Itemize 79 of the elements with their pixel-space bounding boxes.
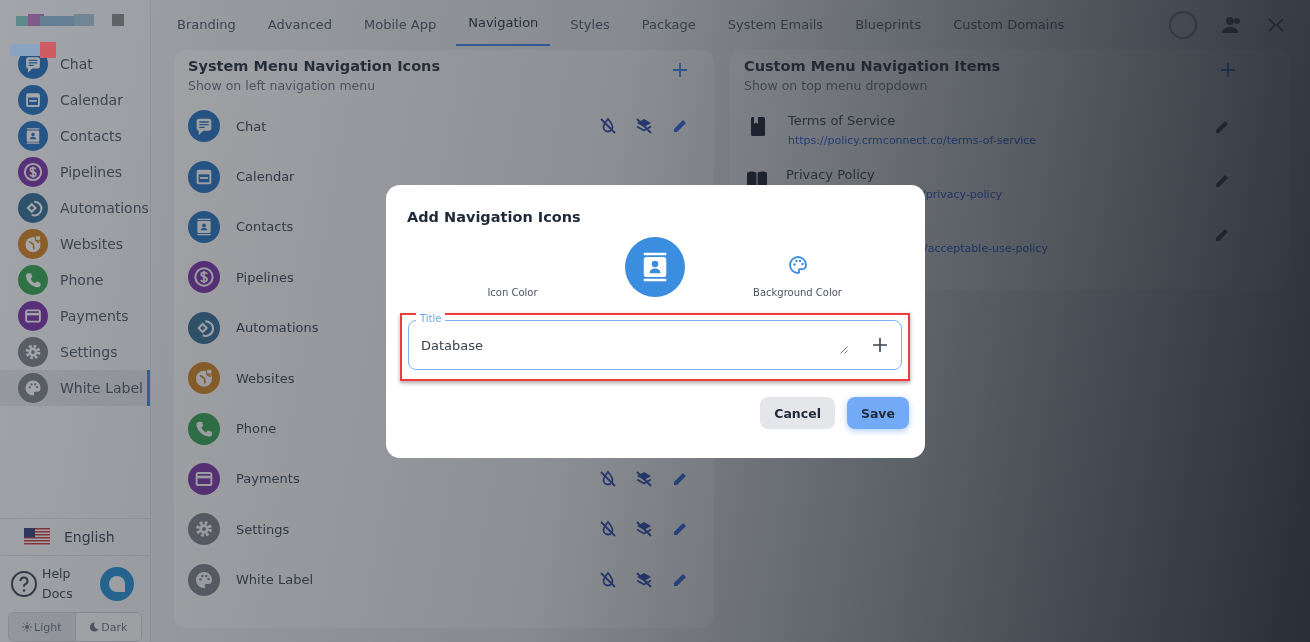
theme-toggle[interactable]: Dark bbox=[74, 613, 141, 641]
background-color-picker[interactable]: Background Color bbox=[753, 287, 842, 301]
contact-card-icon[interactable] bbox=[625, 237, 685, 297]
help-icon[interactable] bbox=[10, 570, 38, 598]
sidebar-item[interactable]: Contacts bbox=[0, 118, 150, 154]
tab[interactable]: Advanced bbox=[255, 0, 345, 50]
dollar-icon bbox=[18, 157, 48, 187]
tab[interactable]: Branding bbox=[165, 0, 248, 50]
blurred-badge bbox=[8, 42, 58, 60]
calendar-icon bbox=[188, 160, 220, 193]
menu-item-label: Calendar bbox=[236, 169, 295, 185]
phone-icon bbox=[188, 412, 220, 445]
field-label: Title bbox=[416, 313, 446, 325]
item-link[interactable]: /privacy-policy bbox=[922, 188, 1003, 201]
sun-icon bbox=[22, 622, 32, 632]
layers-off-icon[interactable] bbox=[634, 569, 654, 590]
moon-icon bbox=[89, 622, 100, 632]
palette-icon bbox=[18, 373, 48, 403]
menu-item-label: Automations bbox=[236, 320, 319, 336]
item-title: Privacy Policy bbox=[786, 167, 876, 182]
tab[interactable]: Package bbox=[629, 0, 708, 50]
rotate-arrows-icon bbox=[18, 193, 48, 223]
tab[interactable]: Styles bbox=[558, 0, 622, 50]
item-title: Terms of Service bbox=[788, 113, 897, 128]
hidden-icon[interactable] bbox=[598, 468, 618, 489]
dialog-title: Add Navigation Icons bbox=[407, 209, 582, 225]
menu-item-label: Settings bbox=[236, 521, 290, 537]
palette-icon bbox=[188, 563, 220, 596]
tab[interactable]: Blueprints bbox=[843, 0, 934, 50]
sidebar-item[interactable]: Pipelines bbox=[0, 154, 150, 190]
contact-card-icon bbox=[18, 121, 48, 151]
language-selector[interactable]: English bbox=[0, 518, 150, 556]
chat-icon bbox=[188, 110, 220, 143]
dialog-button[interactable]: Save bbox=[846, 397, 909, 429]
phone-icon bbox=[18, 265, 48, 295]
globe-icon bbox=[188, 362, 220, 395]
menu-item-label: Phone bbox=[236, 421, 277, 437]
layers-off-icon[interactable] bbox=[634, 468, 654, 489]
sidebar-item[interactable]: Websites bbox=[0, 226, 150, 262]
card-subtitle: Show on left navigation menu bbox=[188, 78, 377, 93]
globe-icon bbox=[18, 229, 48, 259]
menu-item-label: White Label bbox=[236, 572, 313, 588]
hidden-icon[interactable] bbox=[598, 569, 618, 590]
menu-item-label: Pipelines bbox=[236, 269, 294, 285]
menu-item-label: Payments bbox=[236, 471, 300, 487]
tab[interactable]: System Emails bbox=[715, 0, 836, 50]
flag-icon bbox=[24, 528, 50, 546]
sidebar-item[interactable]: Settings bbox=[0, 334, 150, 370]
calendar-icon bbox=[18, 85, 48, 115]
icon-color-picker[interactable]: Icon Color bbox=[400, 287, 625, 301]
item-link[interactable]: /acceptable-use-policy bbox=[924, 242, 1048, 255]
sidebar-item[interactable]: Chat bbox=[0, 46, 150, 82]
credit-card-icon bbox=[18, 301, 48, 331]
card-title: Custom Menu Navigation Items bbox=[744, 58, 1001, 74]
sidebar-item[interactable]: Calendar bbox=[0, 82, 150, 118]
dialog-button[interactable]: Cancel bbox=[760, 397, 835, 429]
sidebar-item[interactable]: Payments bbox=[0, 298, 150, 334]
tab[interactable]: Navigation bbox=[456, 0, 551, 46]
dollar-icon bbox=[188, 261, 220, 294]
sidebar-item[interactable]: Phone bbox=[0, 262, 150, 298]
gear-icon bbox=[188, 513, 220, 546]
help-docs-link[interactable]: Help Docs bbox=[42, 564, 82, 604]
add-icon[interactable] bbox=[872, 337, 888, 353]
menu-item-label: Websites bbox=[236, 370, 295, 386]
chat-bubble-button[interactable] bbox=[100, 567, 134, 601]
palette-icon[interactable] bbox=[787, 255, 808, 275]
theme-toggle[interactable]: Light bbox=[9, 613, 75, 641]
menu-item-label: Contacts bbox=[236, 219, 294, 235]
card-title: System Menu Navigation Icons bbox=[188, 58, 441, 74]
gear-icon bbox=[18, 337, 48, 367]
tab[interactable]: Mobile App bbox=[352, 0, 449, 50]
item-link[interactable]: https://policy.crmconnect.co/terms-of-service bbox=[788, 134, 1037, 147]
contact-card-icon bbox=[188, 210, 220, 243]
sidebar-item[interactable]: Automations bbox=[0, 190, 150, 226]
resize-handle-icon[interactable] bbox=[840, 346, 848, 354]
rotate-arrows-icon bbox=[188, 311, 220, 344]
menu-item-label: Chat bbox=[236, 118, 267, 134]
credit-card-icon bbox=[188, 462, 220, 495]
sidebar-item[interactable]: White Label bbox=[0, 370, 150, 406]
